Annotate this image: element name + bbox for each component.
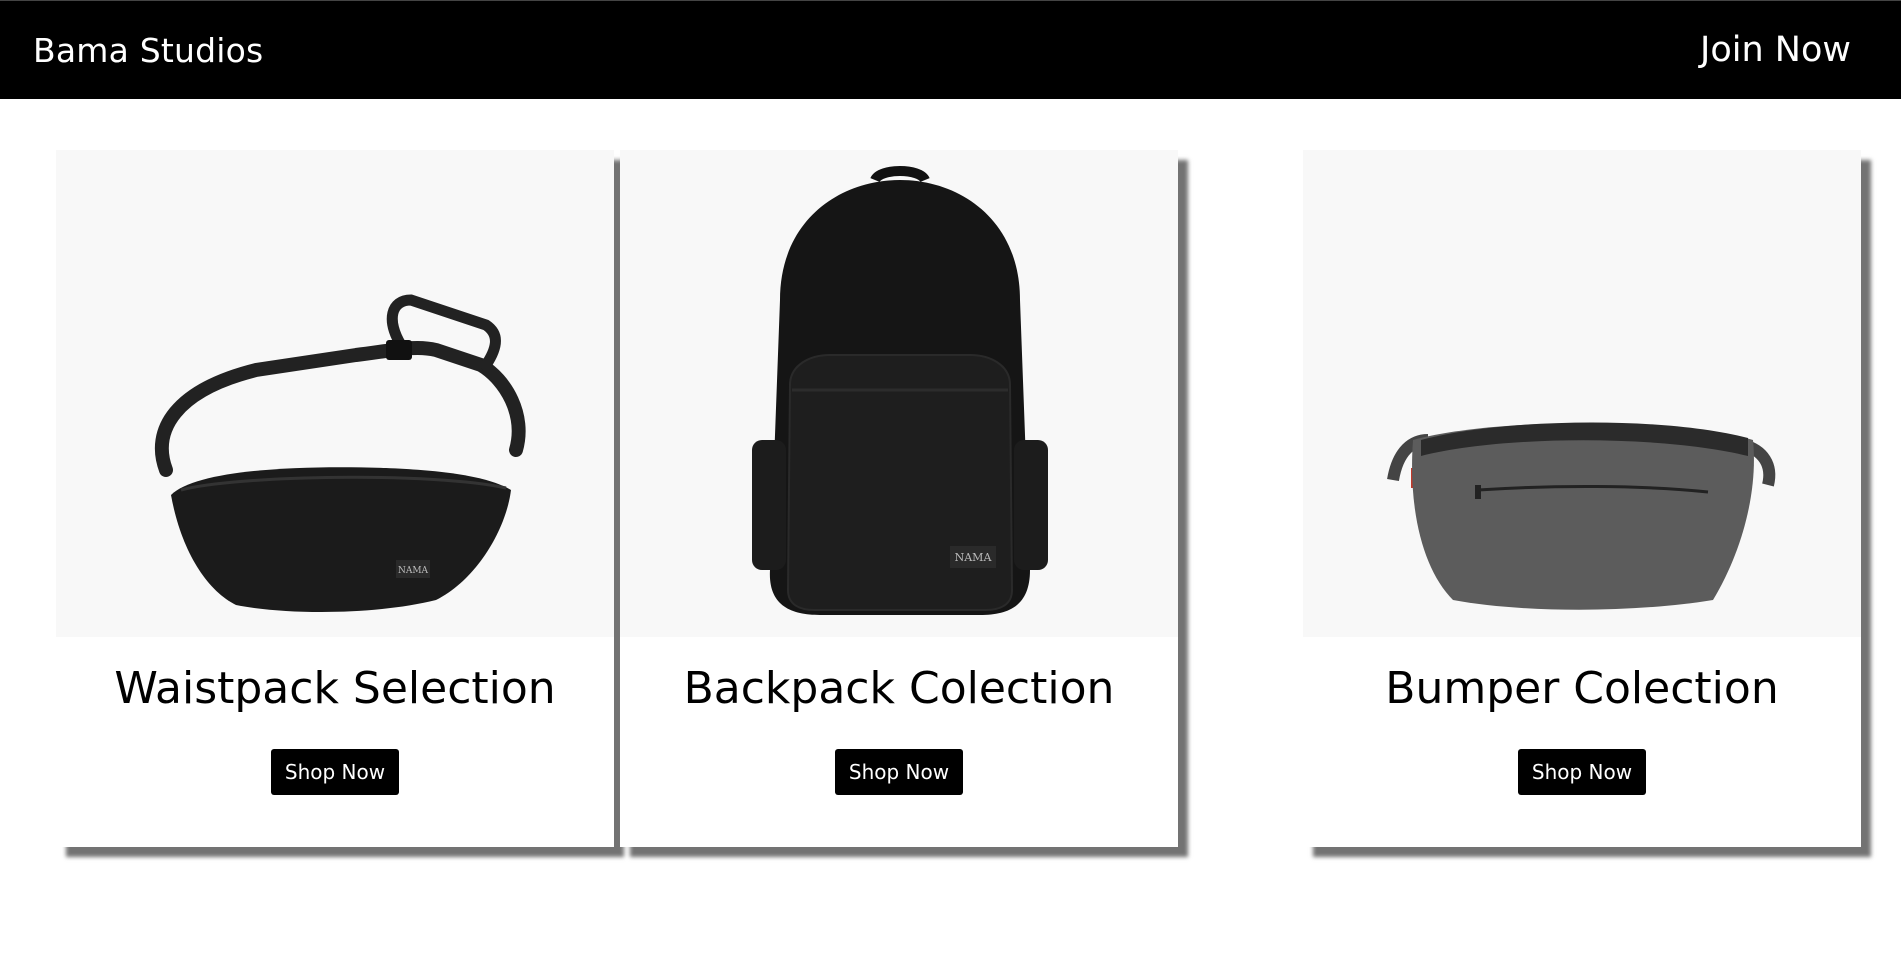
card-title: Backpack Colection [683,663,1115,714]
top-navbar: Bama Studios Join Now [0,0,1901,99]
product-card-bumper: Bumper Colection Shop Now [1303,150,1861,847]
shop-now-button[interactable]: Shop Now [1517,749,1647,795]
card-title: Waistpack Selection [114,663,556,714]
bumper-bag-image [1303,150,1861,637]
svg-text:NAMA: NAMA [955,551,993,564]
waistpack-image: NAMA [56,150,614,637]
brand-logo-link[interactable]: Bama Studios [33,31,263,70]
shop-now-button[interactable]: Shop Now [270,749,400,795]
product-card-waistpack: NAMA Waistpack Selection Shop Now [56,150,614,847]
svg-text:NAMA: NAMA [398,566,429,576]
join-now-link[interactable]: Join Now [1700,30,1851,70]
bumper-bag-illustration [1387,422,1776,610]
waistpack-illustration: NAMA [155,294,526,612]
product-card-backpack: NAMA Backpack Colection Shop Now [620,150,1178,847]
shop-now-button[interactable]: Shop Now [834,749,964,795]
backpack-image: NAMA [620,150,1178,637]
backpack-illustration: NAMA [752,166,1048,615]
card-title: Bumper Colection [1385,663,1779,714]
